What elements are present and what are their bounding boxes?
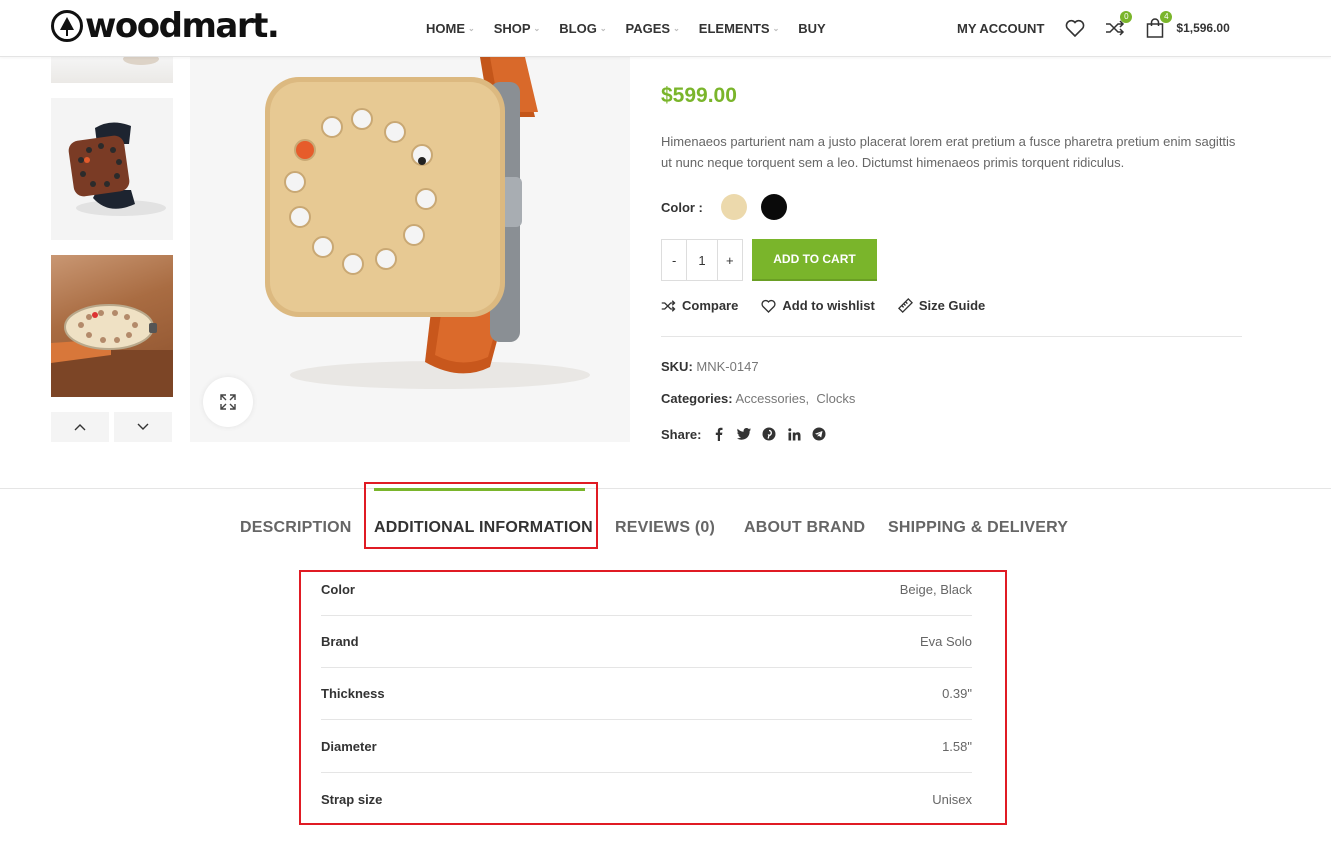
pinterest-icon[interactable]: [761, 426, 777, 442]
tabs-divider: [0, 488, 1331, 489]
product-categories: Categories: Accessories, Clocks: [661, 391, 855, 406]
nav-blog-label: BLOG: [559, 20, 597, 36]
color-label: Color :: [661, 199, 703, 215]
wishlist-heart-icon[interactable]: [1064, 17, 1086, 39]
chevron-down-icon: ⌄: [533, 23, 541, 33]
expand-icon: [220, 394, 236, 410]
qty-plus-button[interactable]: +: [718, 240, 742, 280]
site-logo[interactable]: woodmart.: [51, 6, 280, 46]
logo-text: woodmart.: [85, 6, 280, 46]
swatch-beige[interactable]: [721, 194, 747, 220]
facebook-icon[interactable]: [711, 426, 727, 442]
share-label: Share:: [661, 426, 702, 442]
qty-minus-button[interactable]: -: [662, 240, 686, 280]
header-actions: MY ACCOUNT 0 4 $1,596.00: [957, 11, 1230, 42]
cart-count-badge: 4: [1160, 11, 1173, 23]
color-selector: Color :: [661, 194, 801, 220]
product-thumbnail-0[interactable]: [51, 57, 173, 83]
size-guide-label: Size Guide: [918, 298, 986, 313]
category-separator: ,: [805, 391, 810, 406]
product-main-image[interactable]: [190, 57, 630, 442]
tab-shipping-delivery[interactable]: SHIPPING & DELIVERY: [888, 519, 1068, 537]
category-link-accessories[interactable]: Accessories: [735, 391, 805, 406]
nav-blog[interactable]: BLOG ⌄: [559, 19, 606, 37]
product-price: $599.00: [661, 84, 737, 107]
qty-input[interactable]: 1: [686, 240, 718, 280]
product-thumbnail-2[interactable]: [51, 255, 173, 397]
add-to-cart-button[interactable]: ADD TO CART: [752, 239, 877, 281]
add-to-wishlist-button[interactable]: Add to wishlist: [761, 298, 875, 313]
twitter-icon[interactable]: [736, 426, 752, 442]
product-sku: SKU: MNK-0147: [661, 359, 759, 374]
chevron-down-icon: ⌄: [599, 23, 607, 33]
compare-label: Compare: [682, 298, 739, 313]
compare-button[interactable]: Compare: [661, 298, 738, 313]
product-actions: Compare Add to wishlist Size Guide: [661, 298, 1008, 313]
tab-about-brand[interactable]: ABOUT BRAND: [744, 519, 865, 537]
nav-shop[interactable]: SHOP ⌄: [494, 19, 541, 37]
nav-pages-label: PAGES: [625, 20, 671, 36]
size-guide-button[interactable]: Size Guide: [897, 298, 986, 313]
tab-reviews[interactable]: REVIEWS (0): [615, 519, 715, 537]
categories-label: Categories:: [661, 391, 733, 406]
shuffle-icon: [661, 299, 676, 312]
category-link-clocks[interactable]: Clocks: [816, 391, 855, 406]
compare-shuffle-icon[interactable]: 0: [1104, 11, 1133, 39]
sku-label: SKU:: [661, 359, 693, 374]
tree-logo-icon: [51, 10, 83, 42]
cart-total[interactable]: $1,596.00: [1176, 21, 1229, 35]
sku-value: MNK-0147: [696, 359, 759, 374]
linkedin-icon[interactable]: [786, 426, 802, 442]
thumbnail-next-button[interactable]: [114, 412, 172, 442]
wishlist-label: Add to wishlist: [782, 298, 875, 313]
nav-buy-label: BUY: [798, 20, 826, 36]
product-short-description: Himenaeos parturient nam a justo placera…: [661, 134, 1236, 170]
thumbnail-prev-button[interactable]: [51, 412, 109, 442]
chevron-down-icon: [137, 423, 149, 430]
nav-home[interactable]: HOME ⌄: [426, 19, 475, 37]
nav-elements-label: ELEMENTS: [698, 20, 770, 36]
chevron-up-icon: [74, 424, 86, 431]
telegram-icon[interactable]: [811, 426, 827, 442]
main-nav: HOME ⌄ SHOP ⌄ BLOG ⌄ PAGES ⌄ ELEMENTS ⌄ BUY: [426, 19, 845, 37]
nav-home-label: HOME: [426, 20, 465, 36]
nav-pages[interactable]: PAGES ⌄: [626, 19, 680, 37]
highlight-box-tab: [364, 482, 598, 549]
highlight-box-table: [299, 570, 1007, 825]
swatch-black[interactable]: [761, 194, 787, 220]
nav-elements[interactable]: ELEMENTS ⌄: [699, 19, 780, 37]
nav-shop-label: SHOP: [493, 20, 531, 36]
tab-description[interactable]: DESCRIPTION: [240, 519, 352, 537]
nav-buy[interactable]: BUY: [798, 19, 825, 37]
chevron-down-icon: ⌄: [772, 23, 780, 33]
ruler-icon: [897, 298, 913, 313]
zoom-expand-button[interactable]: [203, 377, 253, 427]
heart-icon: [761, 299, 776, 313]
quantity-stepper: - 1 +: [661, 239, 743, 281]
my-account-link[interactable]: MY ACCOUNT: [957, 21, 1044, 36]
compare-count-badge: 0: [1120, 11, 1133, 23]
chevron-down-icon: ⌄: [468, 23, 475, 33]
chevron-down-icon: ⌄: [673, 23, 680, 33]
product-thumbnail-1[interactable]: [51, 98, 173, 240]
share-row: Share:: [661, 426, 836, 442]
divider: [661, 336, 1242, 337]
cart-bag-icon[interactable]: 4: [1144, 11, 1173, 39]
site-header: woodmart. HOME ⌄ SHOP ⌄ BLOG ⌄ PAGES ⌄ ELEME…: [0, 0, 1331, 57]
